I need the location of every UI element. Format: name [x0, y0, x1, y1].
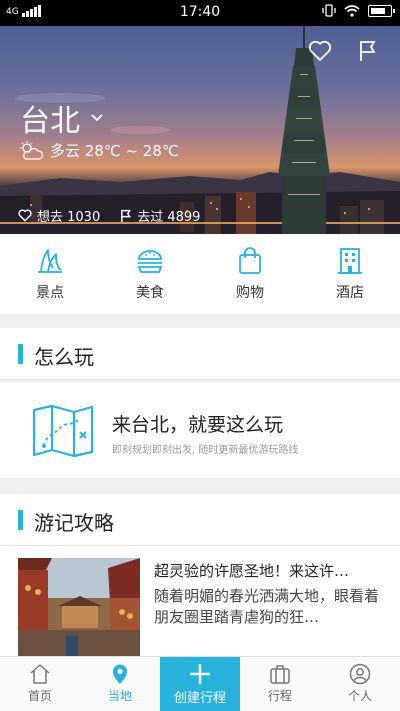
- city-name: 台北: [20, 104, 80, 139]
- article-title: 超灵验的许愿圣地！来这许…: [154, 562, 350, 580]
- category-food[interactable]: 美食: [100, 234, 200, 314]
- flag-icon: [121, 209, 132, 222]
- tab-label: 个人: [347, 689, 372, 703]
- been-to-count: 去过 4899: [137, 210, 201, 225]
- article-item[interactable]: 超灵验的许愿圣地！来这许… 随着明媚的春光洒满大地，眼看着朋友圈里踏青虐狗的狂…: [0, 546, 400, 656]
- city-stats: 想去 1030 去过 4899: [18, 206, 200, 225]
- partly-cloudy-icon: [20, 140, 44, 160]
- how-to-play-header: 怎么玩: [0, 328, 400, 380]
- section-title: 怎么玩: [34, 345, 94, 369]
- how-to-play-subtitle: 即刻规划即刻出发, 随时更新最优游玩路线: [112, 445, 299, 456]
- travel-notes-header: 游记攻略: [0, 494, 400, 546]
- app-screen: 4G 17:40 台北 多云 28℃ ~ 28℃ 想去 1030 去过 4899…: [0, 0, 400, 711]
- wifi-icon: [344, 4, 360, 17]
- city-selector[interactable]: 台北: [20, 96, 104, 140]
- article-thumbnail-image: [18, 558, 140, 656]
- status-icons: [322, 4, 395, 17]
- weather-info: 多云 28℃ ~ 28℃: [18, 140, 179, 161]
- tab-me[interactable]: 个人: [320, 657, 400, 711]
- bottom-tab-bar: 首页 当地 创建行程 行程 个人: [0, 656, 400, 711]
- how-to-play-card[interactable]: 来台北，就要这么玩 即刻规划即刻出发, 随时更新最优游玩路线: [0, 382, 400, 478]
- user-icon: [349, 663, 371, 685]
- food-icon: [137, 250, 163, 273]
- category-label: 购物: [236, 285, 264, 301]
- home-icon: [30, 664, 50, 684]
- suitcase-icon: [270, 665, 290, 684]
- tab-label: 行程: [267, 689, 292, 703]
- heart-outline-icon: [18, 209, 32, 222]
- chevron-down-icon: [91, 114, 103, 122]
- weather-text: 多云 28℃ ~ 28℃: [50, 142, 179, 160]
- tab-label: 首页: [27, 689, 52, 703]
- want-to-go-stat[interactable]: 想去 1030: [18, 206, 100, 225]
- want-to-go-count: 想去 1030: [37, 210, 101, 225]
- location-pin-icon: [113, 664, 127, 684]
- section-title: 游记攻略: [34, 511, 114, 535]
- attraction-icon: [38, 249, 62, 273]
- vibrate-icon: [322, 4, 336, 17]
- category-label: 酒店: [336, 285, 364, 301]
- section-accent-bar: [18, 344, 23, 364]
- status-bar: 4G 17:40: [0, 0, 400, 26]
- category-label: 景点: [36, 285, 64, 301]
- category-shopping[interactable]: 购物: [200, 234, 300, 314]
- how-to-play-text: 来台北，就要这么玩 即刻规划即刻出发, 随时更新最优游玩路线: [112, 410, 298, 456]
- category-hotels[interactable]: 酒店: [300, 234, 400, 314]
- route-map-icon: [32, 404, 94, 458]
- category-label: 美食: [136, 285, 164, 301]
- battery-icon: [368, 4, 395, 17]
- hero-actions: [308, 40, 378, 62]
- section-accent-bar: [18, 510, 23, 530]
- visited-flag-icon[interactable]: [358, 40, 378, 62]
- favorite-heart-icon[interactable]: [308, 40, 332, 62]
- article-description: 随着明媚的春光洒满大地，眼看着朋友圈里踏青虐狗的狂…: [154, 587, 380, 626]
- city-hero: 台北 多云 28℃ ~ 28℃ 想去 1030 去过 4899: [0, 26, 400, 234]
- hotel-icon: [338, 248, 362, 274]
- tab-trips[interactable]: 行程: [240, 657, 320, 711]
- tab-label: 创建行程: [173, 691, 226, 706]
- tab-label: 当地: [107, 689, 132, 703]
- been-to-stat[interactable]: 去过 4899: [120, 206, 200, 225]
- tab-local[interactable]: 当地: [80, 657, 160, 711]
- tab-create-trip[interactable]: 创建行程: [160, 657, 240, 711]
- category-bar: 景点 美食 购物 酒店: [0, 234, 400, 314]
- shopping-icon: [239, 247, 261, 274]
- how-to-play-title: 来台北，就要这么玩: [112, 414, 284, 436]
- plus-icon: [190, 664, 210, 684]
- category-attractions[interactable]: 景点: [0, 234, 100, 314]
- tab-home[interactable]: 首页: [0, 657, 80, 711]
